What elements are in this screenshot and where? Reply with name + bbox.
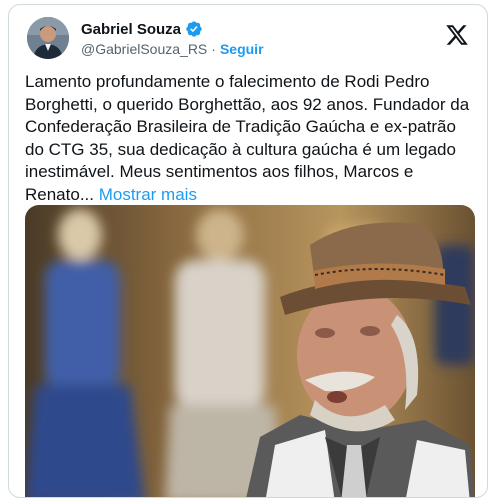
show-more-link[interactable]: Mostrar mais — [99, 185, 197, 204]
separator-dot: · — [211, 41, 216, 57]
author-name[interactable]: Gabriel Souza — [81, 21, 181, 38]
tweet-text: Lamento profundamente o falecimento de R… — [25, 71, 477, 206]
verified-badge-icon — [186, 21, 202, 37]
x-logo-icon[interactable] — [445, 23, 469, 47]
author-name-row: Gabriel Souza — [81, 20, 203, 38]
author-handle[interactable]: @GabrielSouza_RS — [81, 41, 207, 57]
follow-button[interactable]: Seguir — [220, 41, 264, 57]
tweet-photo[interactable] — [25, 205, 475, 497]
author-avatar[interactable] — [27, 17, 69, 59]
tweet-card[interactable]: Gabriel Souza @GabrielSouza_RS · Seguir … — [8, 4, 488, 498]
author-handle-row: @GabrielSouza_RS · Seguir — [81, 41, 264, 57]
photo-elderly-man-with-hat — [25, 205, 475, 497]
tweet-body: Lamento profundamente o falecimento de R… — [25, 72, 470, 204]
tweet-header: Gabriel Souza @GabrielSouza_RS · Seguir — [25, 17, 471, 61]
